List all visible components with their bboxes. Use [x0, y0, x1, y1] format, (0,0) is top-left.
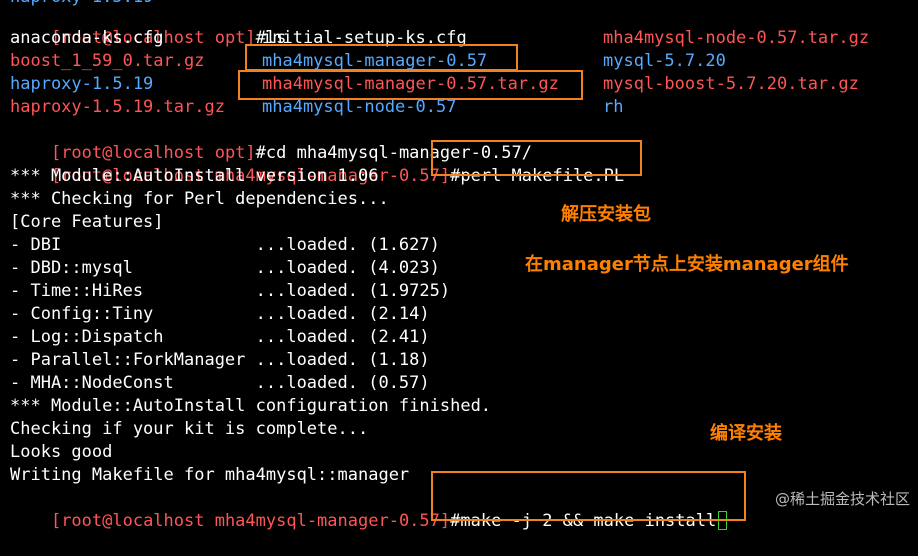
annotation-compile-install: 编译安装 — [710, 423, 782, 444]
highlight-box-manager-tarball — [238, 70, 583, 100]
output-line: Looks good — [10, 442, 113, 462]
highlight-box-perl-command — [431, 140, 642, 176]
watermark: @稀土掘金技术社区 — [774, 490, 910, 508]
ls-entry: rh — [603, 97, 624, 117]
output-line: Checking if your kit is complete... — [10, 419, 369, 439]
cd-command-line: [root@localhost opt]#cd mha4mysql-manage… — [10, 119, 532, 163]
ls-entry: haproxy-1.5.19.tar.gz — [10, 97, 225, 117]
dependency-line: - DBD::mysql ...loaded. (4.023) — [10, 258, 440, 278]
output-line: *** Module::AutoInstall version 1.06 — [10, 166, 379, 186]
ls-entry: mysql-5.7.20 — [603, 51, 726, 71]
annotation-extract: 解压安装包 — [561, 204, 651, 225]
highlight-box-make-command — [431, 471, 746, 521]
dependency-line: - MHA::NodeConst ...loaded. (0.57) — [10, 373, 430, 393]
dependency-line: - Time::HiRes ...loaded. (1.9725) — [10, 281, 451, 301]
dependency-line: - Config::Tiny ...loaded. (2.14) — [10, 304, 430, 324]
dependency-line: - Parallel::ForkManager ...loaded. (1.18… — [10, 350, 430, 370]
ls-entry: haproxy-1.5.19 — [10, 74, 154, 94]
ls-entry: mysql-boost-5.7.20.tar.gz — [603, 74, 859, 94]
output-line: [Core Features] — [10, 212, 164, 232]
ls-entry: mha4mysql-node-0.57.tar.gz — [603, 28, 870, 48]
annotation-install-manager: 在manager节点上安装manager组件 — [525, 254, 849, 275]
ls-entry: anaconda-ks.cfg — [10, 28, 164, 48]
output-line: *** Module::AutoInstall configuration fi… — [10, 396, 492, 416]
output-line: Writing Makefile for mha4mysql::manager — [10, 465, 410, 485]
dependency-line: - DBI ...loaded. (1.627) — [10, 235, 440, 255]
highlight-box-manager-dir — [245, 44, 518, 71]
output-line: *** Checking for Perl dependencies... — [10, 189, 389, 209]
ls-entry: boost_1_59_0.tar.gz — [10, 51, 205, 71]
prompt: [root@localhost mha4mysql-manager-0.57] — [50, 511, 451, 531]
ls-command-line: [root@localhost opt]#ls — [10, 4, 286, 48]
dependency-line: - Log::Dispatch ...loaded. (2.41) — [10, 327, 430, 347]
